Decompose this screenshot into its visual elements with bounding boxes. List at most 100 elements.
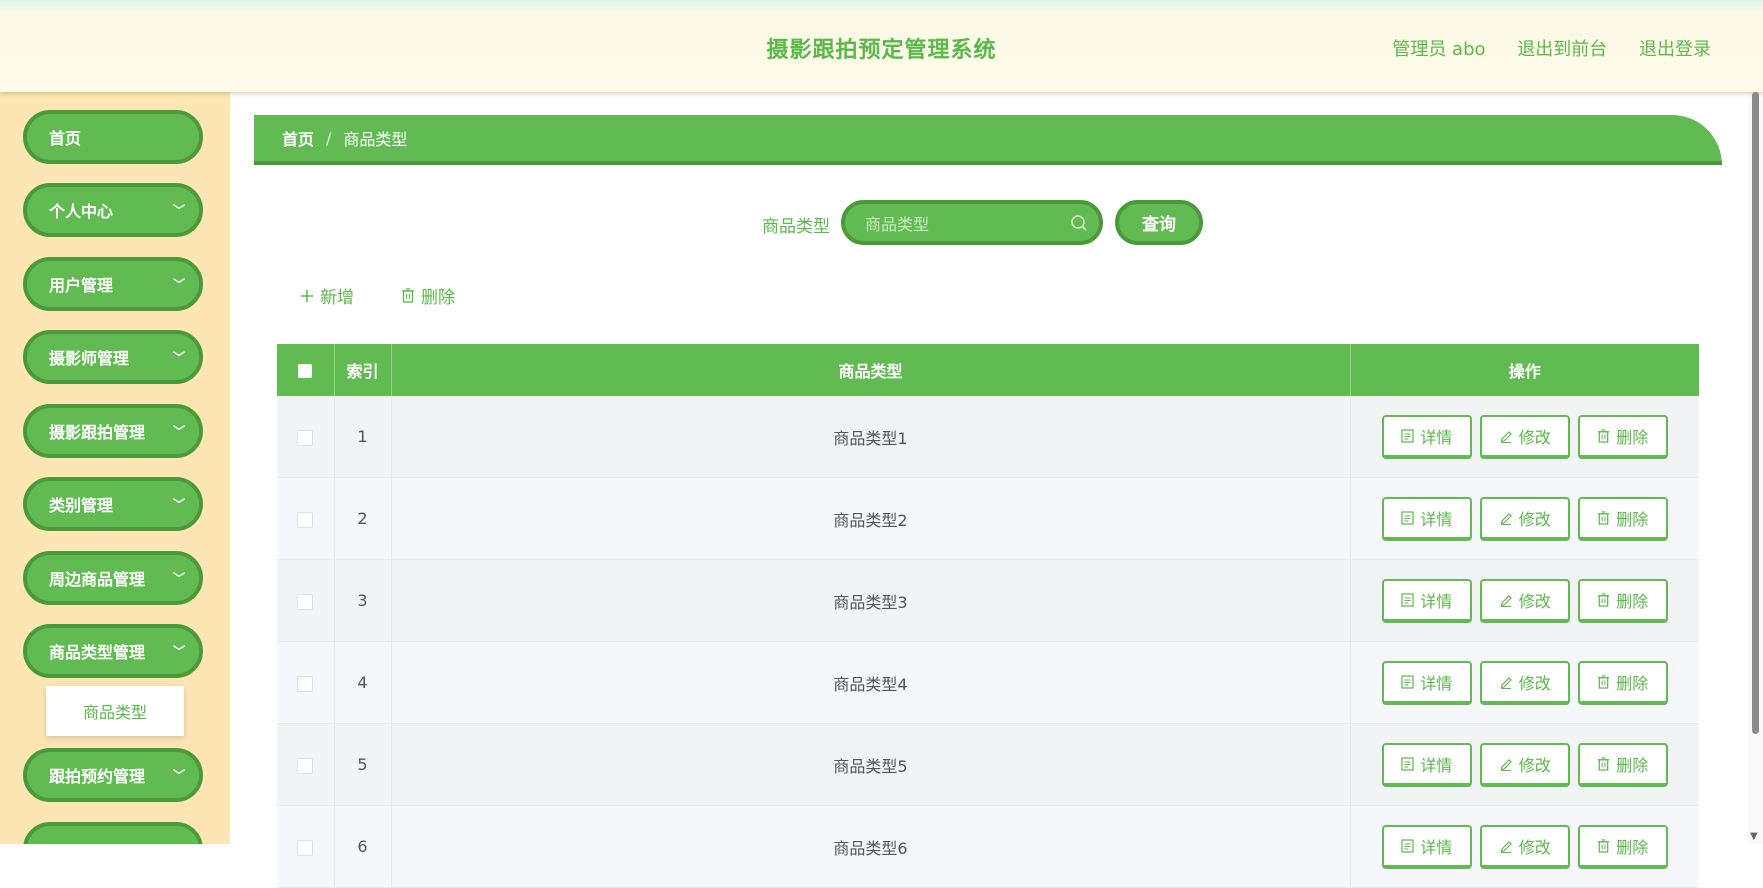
sidebar-item-booking-management[interactable]: 跟拍预约管理 ﹀ xyxy=(23,748,203,802)
edit-button[interactable]: 修改 xyxy=(1479,578,1570,623)
admin-user-link[interactable]: 管理员 abo xyxy=(1392,39,1485,60)
row-checkbox[interactable] xyxy=(297,429,314,446)
sidebar-item-label: 周边商品管理 xyxy=(49,570,146,589)
row-index: 4 xyxy=(334,641,392,724)
sidebar-item-home[interactable]: 首页 xyxy=(23,110,203,164)
chevron-down-icon: ﹀ xyxy=(172,497,185,512)
document-icon xyxy=(1401,674,1414,689)
sidebar-item-shooting-management[interactable]: 摄影跟拍管理 ﹀ xyxy=(23,404,203,458)
delete-button-label: 删除 xyxy=(1616,755,1649,775)
delete-button[interactable]: 删除 xyxy=(1577,414,1668,459)
trash-icon xyxy=(1598,592,1610,607)
header-links: 管理员 abo 退出到前台 退出登录 xyxy=(1366,35,1711,61)
delete-button[interactable]: 删除 xyxy=(1577,824,1668,869)
detail-button[interactable]: 详情 xyxy=(1381,742,1472,787)
document-icon xyxy=(1401,592,1414,607)
row-checkbox[interactable] xyxy=(297,675,314,692)
sidebar-item-label: 首页 xyxy=(49,129,82,148)
delete-button[interactable]: 删除 xyxy=(1577,496,1668,541)
scrollbar[interactable]: ▼ xyxy=(1748,92,1763,844)
chevron-down-icon: ﹀ xyxy=(172,350,185,365)
detail-button[interactable]: 详情 xyxy=(1381,824,1472,869)
edit-icon xyxy=(1500,594,1512,607)
sidebar-item-goods-type-management[interactable]: 商品类型管理 ﹀ xyxy=(23,624,203,678)
detail-button[interactable]: 详情 xyxy=(1381,414,1472,459)
row-goods-type: 商品类型4 xyxy=(391,641,1351,724)
edit-button[interactable]: 修改 xyxy=(1479,496,1570,541)
table-row: 3 商品类型3 详情 修改 删除 xyxy=(277,559,1699,642)
chevron-down-icon: ﹀ xyxy=(172,424,185,439)
trash-icon xyxy=(1598,428,1610,443)
sidebar-item-personal-center[interactable]: 个人中心 ﹀ xyxy=(23,183,203,237)
sidebar-item-user-management[interactable]: 用户管理 ﹀ xyxy=(23,257,203,311)
row-checkbox[interactable] xyxy=(297,511,314,528)
edit-button[interactable]: 修改 xyxy=(1479,824,1570,869)
add-button[interactable]: 新增 xyxy=(300,283,354,308)
detail-button[interactable]: 详情 xyxy=(1381,496,1472,541)
edit-button[interactable]: 修改 xyxy=(1479,660,1570,705)
exit-to-front-link[interactable]: 退出到前台 xyxy=(1517,39,1607,60)
row-select-cell xyxy=(277,723,335,806)
detail-button[interactable]: 详情 xyxy=(1381,660,1472,705)
row-checkbox[interactable] xyxy=(297,757,314,774)
row-index: 2 xyxy=(334,477,392,560)
table-body: 1 商品类型1 详情 修改 删除 2 商品类型2 详情 修改 删除 3 商品类型3 详情 修改 删除 4 商品类… xyxy=(277,396,1699,888)
delete-button[interactable]: 删除 xyxy=(1577,660,1668,705)
edit-icon xyxy=(1500,512,1512,525)
breadcrumb-home[interactable]: 首页 xyxy=(282,126,314,150)
row-index: 5 xyxy=(334,723,392,806)
edit-icon xyxy=(1500,676,1512,689)
row-goods-type: 商品类型1 xyxy=(391,396,1351,478)
scrollbar-thumb[interactable] xyxy=(1752,92,1759,734)
query-button[interactable]: 查询 xyxy=(1115,200,1203,245)
trash-icon xyxy=(1598,674,1610,689)
trash-icon xyxy=(1598,510,1610,525)
row-checkbox[interactable] xyxy=(297,593,314,610)
search-input[interactable] xyxy=(863,212,1067,236)
delete-button-label: 删除 xyxy=(1616,673,1649,693)
logout-link[interactable]: 退出登录 xyxy=(1639,39,1711,60)
row-checkbox[interactable] xyxy=(297,839,314,856)
column-header-operations: 操作 xyxy=(1350,344,1699,396)
row-select-cell xyxy=(277,396,335,478)
sidebar-item-merchandise-management[interactable]: 周边商品管理 ﹀ xyxy=(23,551,203,605)
trash-icon xyxy=(1598,838,1610,853)
table-row: 6 商品类型6 详情 修改 删除 xyxy=(277,805,1699,888)
edit-button-label: 修改 xyxy=(1518,755,1551,775)
chevron-down-icon: ﹀ xyxy=(172,277,185,292)
scroll-down-arrow-icon[interactable]: ▼ xyxy=(1750,831,1758,842)
detail-button-label: 详情 xyxy=(1420,427,1453,447)
table-row: 4 商品类型4 详情 修改 删除 xyxy=(277,641,1699,724)
edit-button-label: 修改 xyxy=(1518,427,1551,447)
row-goods-type: 商品类型3 xyxy=(391,559,1351,642)
sidebar-item-label: 商品类型管理 xyxy=(49,643,146,662)
edit-button[interactable]: 修改 xyxy=(1479,742,1570,787)
chevron-down-icon: ﹀ xyxy=(172,203,185,218)
document-icon xyxy=(1401,756,1414,771)
sidebar-item-category-management[interactable]: 类别管理 ﹀ xyxy=(23,477,203,531)
detail-button[interactable]: 详情 xyxy=(1381,578,1472,623)
detail-button-label: 详情 xyxy=(1420,591,1453,611)
sidebar-item-photographer-management[interactable]: 摄影师管理 ﹀ xyxy=(23,330,203,384)
sidebar-item-more[interactable] xyxy=(23,822,203,844)
row-select-cell xyxy=(277,805,335,888)
table-row: 2 商品类型2 详情 修改 删除 xyxy=(277,477,1699,560)
edit-icon xyxy=(1500,430,1512,443)
sidebar-item-label: 摄影师管理 xyxy=(49,349,130,368)
breadcrumb-separator: / xyxy=(326,128,332,148)
sidebar-subitem-goods-type[interactable]: 商品类型 xyxy=(46,686,184,736)
row-select-cell xyxy=(277,641,335,724)
sidebar-subitem-label: 商品类型 xyxy=(82,703,147,722)
select-all-checkbox[interactable] xyxy=(298,364,313,378)
detail-button-label: 详情 xyxy=(1420,837,1453,857)
batch-delete-button[interactable]: 删除 xyxy=(401,283,455,308)
row-index: 3 xyxy=(334,559,392,642)
delete-button-label: 删除 xyxy=(1616,591,1649,611)
delete-button[interactable]: 删除 xyxy=(1577,742,1668,787)
table-row: 1 商品类型1 详情 修改 删除 xyxy=(277,396,1699,478)
column-header-index: 索引 xyxy=(334,344,392,396)
edit-button[interactable]: 修改 xyxy=(1479,414,1570,459)
delete-button[interactable]: 删除 xyxy=(1577,578,1668,623)
detail-button-label: 详情 xyxy=(1420,509,1453,529)
goods-type-table: 索引 商品类型 操作 1 商品类型1 详情 修改 删除 2 商品类型2 详情 修改 删除 3 商品类型… xyxy=(277,344,1699,888)
